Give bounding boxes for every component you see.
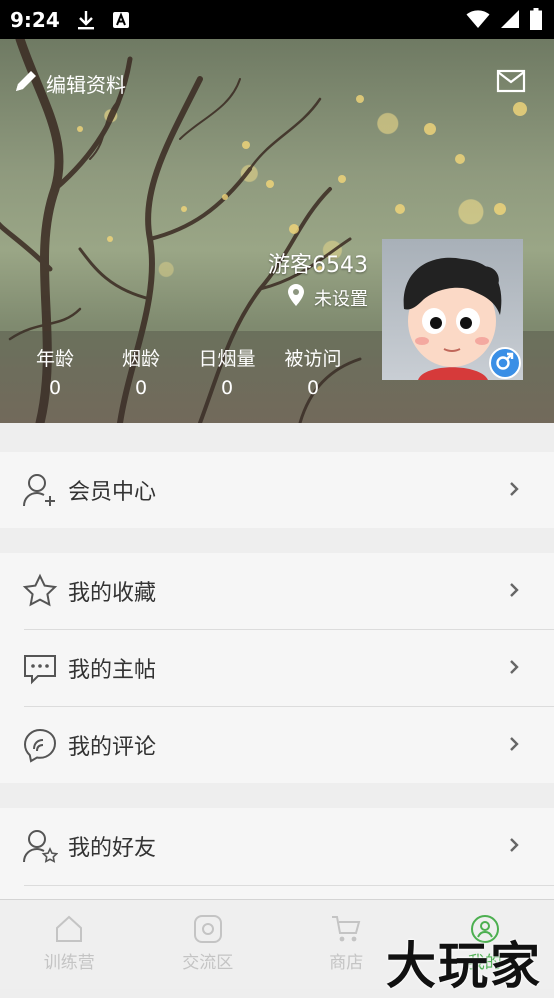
tab-training-camp[interactable]: 训练营	[0, 900, 139, 989]
message-dots-icon	[22, 650, 58, 686]
chevron-right-icon	[508, 735, 520, 757]
menu-item-label: 我的收藏	[68, 575, 156, 607]
tab-label: 训练营	[0, 948, 139, 973]
menu-group-content: 我的收藏 我的主帖 我的评论	[0, 553, 554, 783]
menu-item-label: 我的主帖	[68, 652, 156, 684]
menu-item-label: 会员中心	[68, 474, 156, 506]
male-icon	[495, 351, 515, 375]
menu-item-favorites[interactable]: 我的收藏	[0, 553, 554, 629]
gender-badge	[489, 347, 521, 379]
location-pin-icon	[288, 284, 304, 311]
menu-item-member-center[interactable]: 会员中心	[0, 452, 554, 528]
menu-item-my-comments[interactable]: 我的评论	[0, 707, 554, 783]
stat-age: 年龄 0	[12, 345, 98, 403]
a-badge-icon	[112, 11, 130, 29]
stat-daily-amount: 日烟量 0	[184, 345, 270, 403]
stat-smoking-years: 烟龄 0	[98, 345, 184, 403]
mail-icon	[496, 78, 526, 97]
signal-icon	[500, 9, 520, 33]
edit-profile-label: 编辑资料	[46, 69, 126, 98]
home-icon	[54, 914, 84, 948]
cart-icon	[330, 914, 362, 948]
stat-value: 0	[98, 373, 184, 403]
divider	[24, 885, 554, 886]
stat-label: 烟龄	[98, 345, 184, 373]
chevron-right-icon	[508, 836, 520, 858]
location-text: 未设置	[314, 285, 368, 311]
stat-label: 日烟量	[184, 345, 270, 373]
menu-item-my-friends[interactable]: 我的好友	[0, 808, 554, 884]
comment-icon	[22, 727, 58, 763]
battery-icon	[530, 8, 542, 34]
menu-group-social: 我的好友	[0, 808, 554, 899]
profile-banner: 编辑资料 游客6543 未设置	[0, 39, 554, 423]
tab-community[interactable]: 交流区	[139, 900, 278, 989]
wifi-icon	[466, 9, 490, 33]
friend-star-icon	[22, 828, 58, 864]
menu-item-my-posts[interactable]: 我的主帖	[0, 630, 554, 706]
stat-value: 0	[184, 373, 270, 403]
location: 未设置	[288, 284, 368, 311]
community-icon	[193, 914, 223, 948]
stat-label: 被访问	[270, 345, 356, 373]
chevron-right-icon	[508, 658, 520, 680]
status-bar: 9:24	[0, 0, 554, 39]
chevron-right-icon	[508, 581, 520, 603]
username: 游客6543	[268, 247, 368, 279]
menu-group-membership: 会员中心	[0, 452, 554, 528]
menu-item-label: 我的评论	[68, 729, 156, 761]
tab-label: 交流区	[139, 948, 278, 973]
menu-item-label: 我的好友	[68, 830, 156, 862]
chevron-right-icon	[508, 480, 520, 502]
stat-label: 年龄	[12, 345, 98, 373]
mail-button[interactable]	[496, 69, 526, 97]
edit-profile-button[interactable]: 编辑资料	[12, 67, 126, 100]
star-icon	[22, 573, 58, 609]
stat-value: 0	[270, 373, 356, 403]
pencil-icon	[12, 67, 40, 100]
download-icon	[76, 9, 96, 31]
watermark-logo: 大玩家	[386, 926, 542, 998]
member-add-icon	[22, 472, 58, 508]
stat-value: 0	[12, 373, 98, 403]
status-time: 9:24	[10, 8, 60, 32]
profile-stats: 年龄 0 烟龄 0 日烟量 0 被访问 0	[0, 345, 360, 403]
stat-visited: 被访问 0	[270, 345, 356, 403]
